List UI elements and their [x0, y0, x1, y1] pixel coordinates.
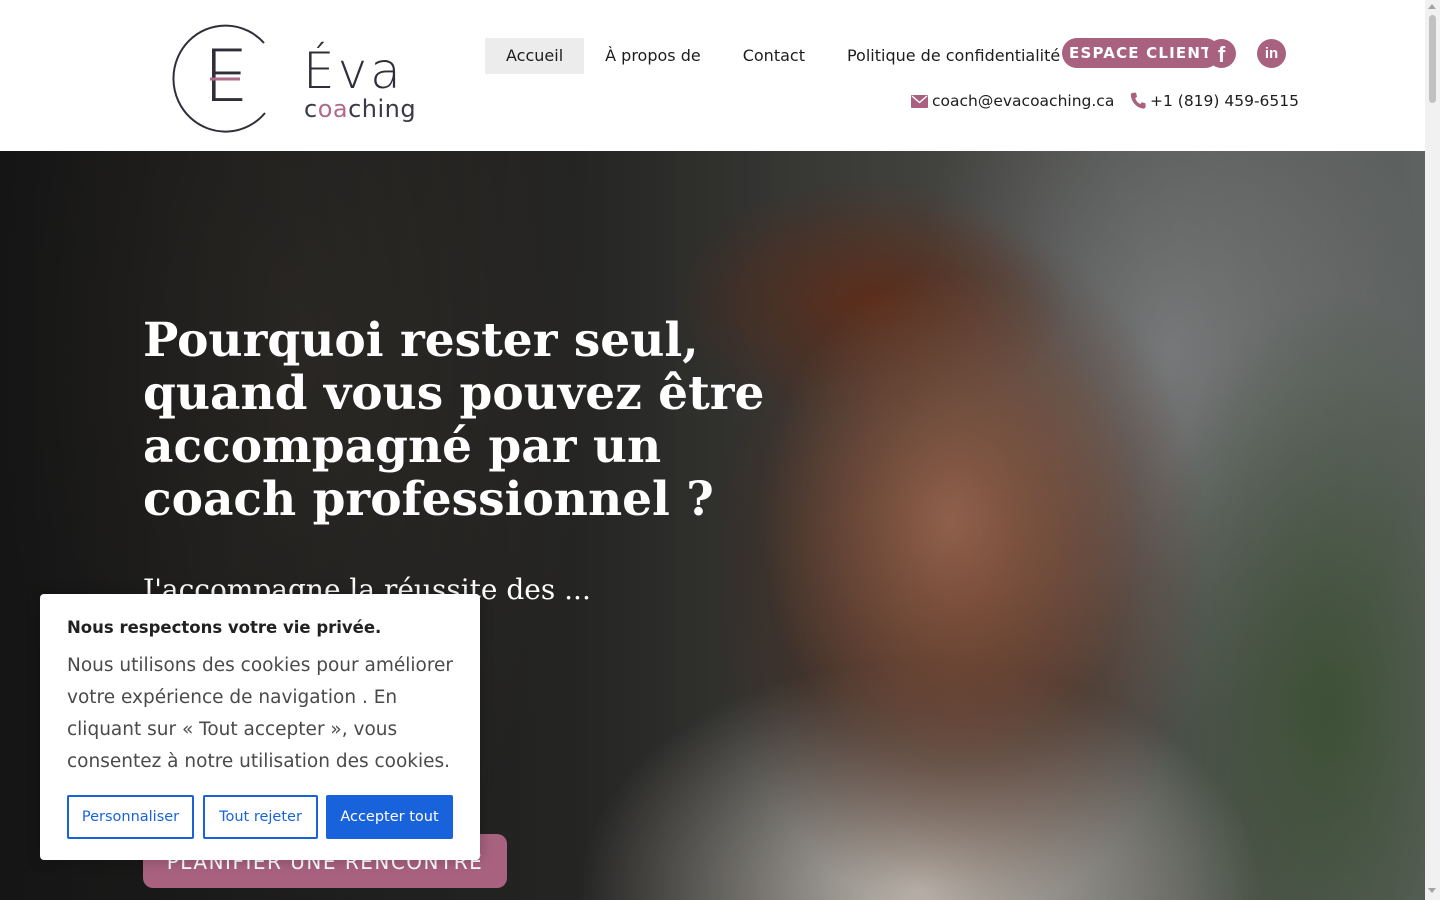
scroll-down-icon[interactable]	[1428, 888, 1436, 893]
page-scrollbar[interactable]	[1425, 0, 1440, 900]
logo-letter: E	[203, 34, 249, 118]
customize-button[interactable]: Personnaliser	[67, 795, 194, 839]
cookie-banner: Nous respectons votre vie privée. Nous u…	[40, 594, 480, 860]
logo-circle-icon: E	[172, 24, 266, 133]
reject-all-button[interactable]: Tout rejeter	[203, 795, 318, 839]
logo-tagline: coaching	[304, 97, 416, 121]
main-nav: Accueil À propos de Contact Politique de…	[485, 38, 1081, 74]
scroll-thumb[interactable]	[1429, 15, 1436, 103]
accept-all-button[interactable]: Accepter tout	[326, 795, 453, 839]
logo-tagline-part: ching	[348, 95, 417, 123]
phone-text: +1 (819) 459-6515	[1150, 92, 1300, 110]
hero-title: Pourquoi rester seul, quand vous pouvez …	[143, 313, 765, 527]
email-link[interactable]: coach@evacoaching.ca	[911, 90, 1114, 112]
nav-item-accueil[interactable]: Accueil	[485, 38, 585, 74]
nav-item-contact[interactable]: Contact	[722, 38, 826, 74]
logo-tagline-highlight: oa	[317, 95, 349, 123]
site-logo[interactable]: E Éva coaching	[168, 18, 428, 138]
linkedin-icon[interactable]: in	[1257, 39, 1286, 68]
logo-name: Éva	[303, 42, 404, 100]
phone-link[interactable]: +1 (819) 459-6515	[1130, 90, 1299, 112]
envelope-icon	[911, 94, 928, 108]
cookie-banner-text: Nous utilisons des cookies pour améliore…	[67, 655, 454, 772]
cookie-banner-title: Nous respectons votre vie privée.	[67, 618, 382, 637]
site-header: E Éva coaching Accueil À propos de Conta…	[0, 0, 1425, 151]
phone-icon	[1130, 92, 1146, 109]
nav-item-politique[interactable]: Politique de confidentialité	[826, 38, 1081, 74]
scroll-up-icon[interactable]	[1428, 4, 1436, 9]
espace-client-button[interactable]: ESPACE CLIENT	[1062, 38, 1220, 68]
email-text: coach@evacoaching.ca	[932, 92, 1115, 110]
nav-item-a-propos[interactable]: À propos de	[584, 38, 722, 74]
logo-tagline-part: c	[304, 95, 318, 123]
facebook-icon[interactable]: f	[1207, 39, 1236, 68]
